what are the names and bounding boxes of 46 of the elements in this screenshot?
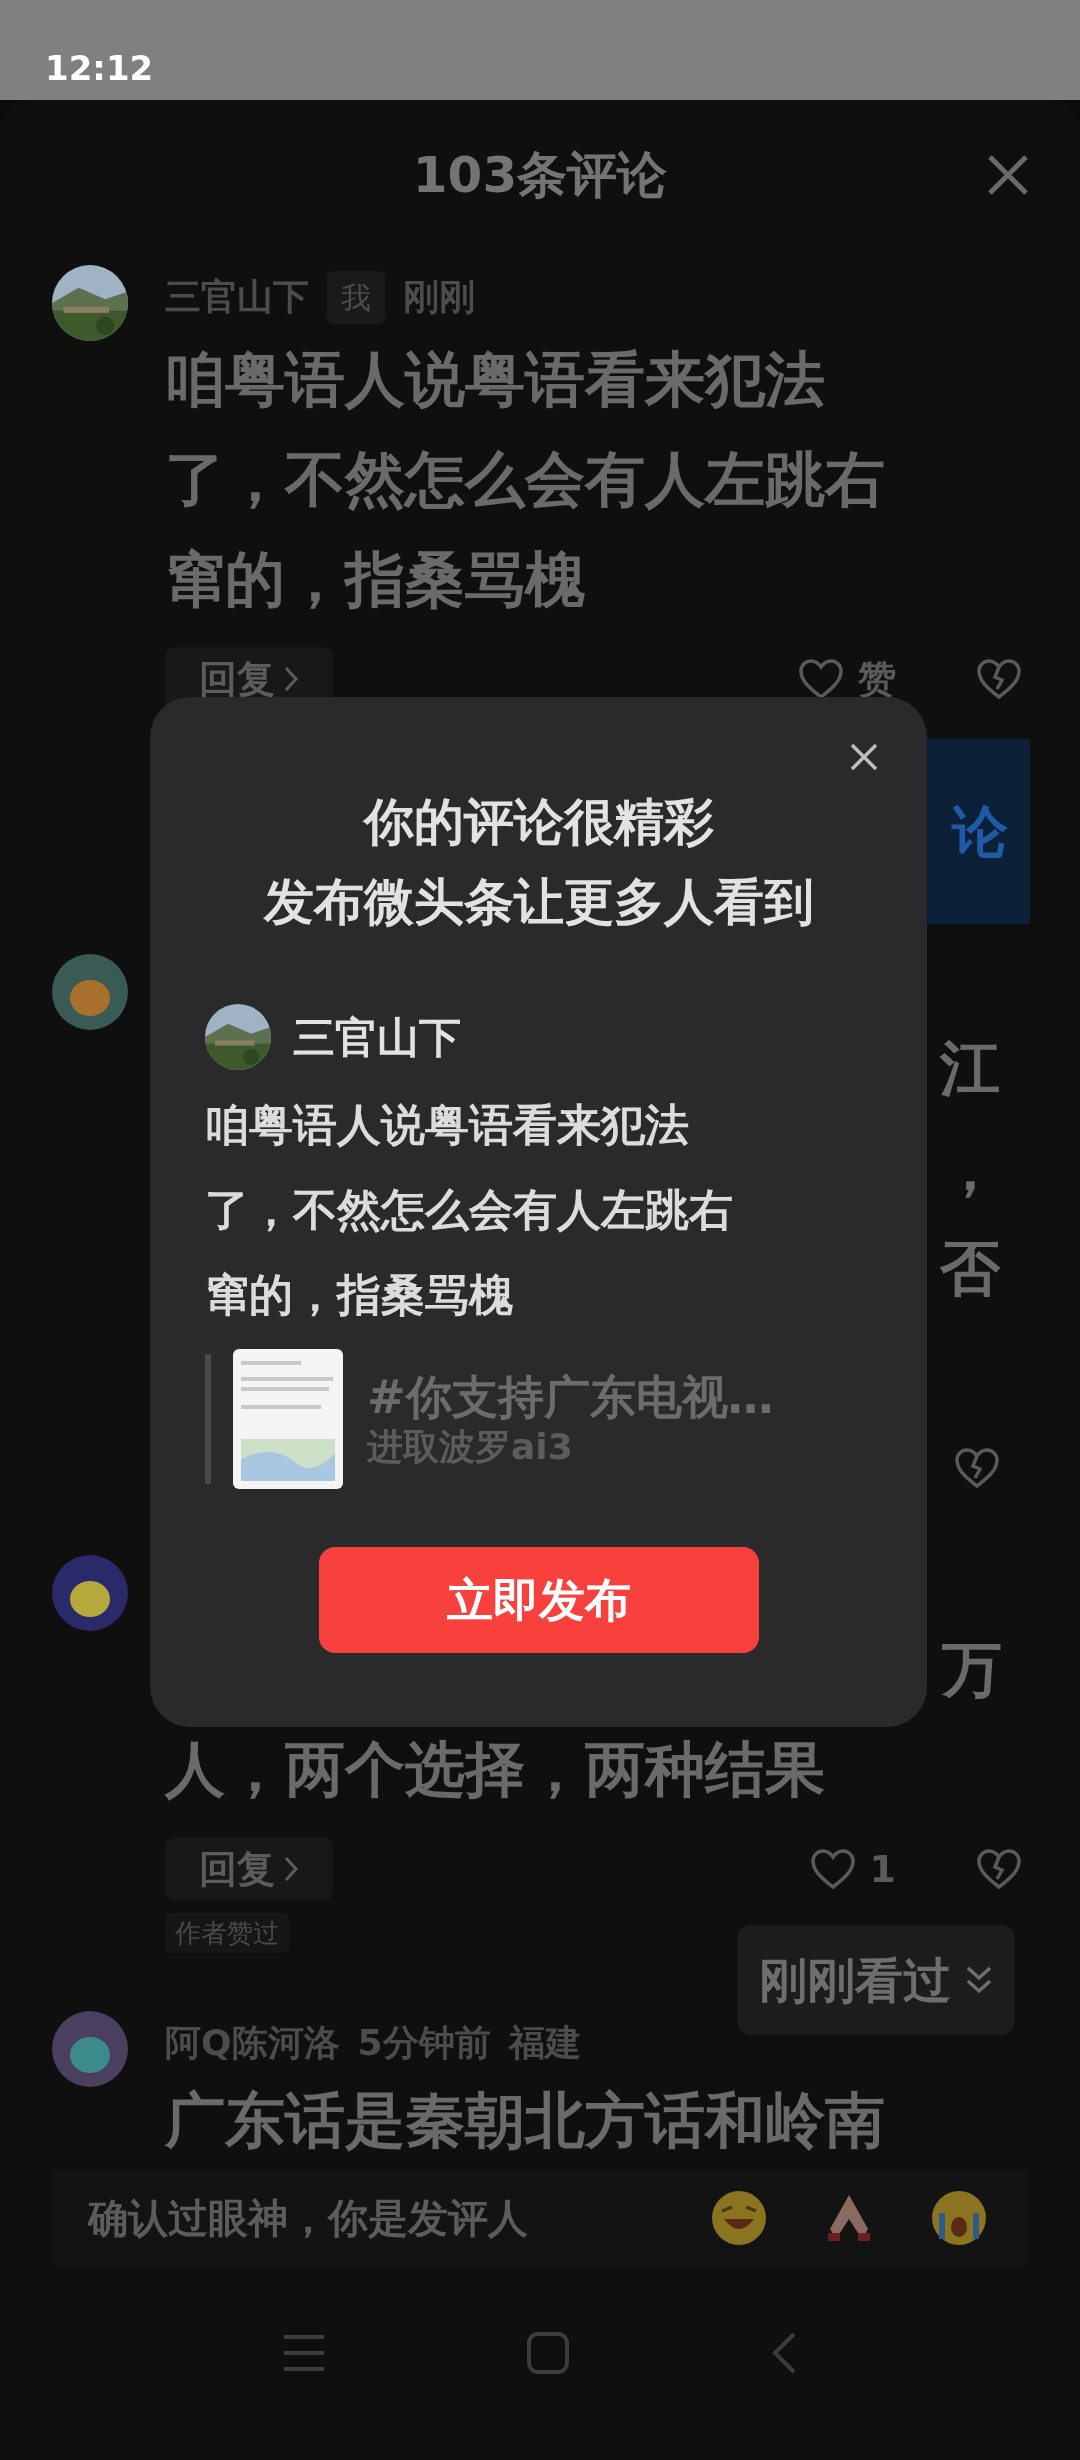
avatar-icon [52,954,128,1030]
comment-text-line: 广东话是秦朝北方话和岭南 [165,2084,886,2157]
comment-time: 刚刚 [403,275,475,319]
comment-text-line: 咱粤语人说粤语看来犯法 [205,1098,690,1152]
crying-face-icon[interactable] [930,2189,988,2247]
broken-heart-icon[interactable] [954,1447,1000,1489]
publish-button[interactable]: 立即发布 [318,1547,759,1653]
comment-text-fragment: 江 [940,1032,1000,1105]
laughing-face-icon[interactable] [710,2189,768,2247]
status-time: 12:12 [45,46,154,90]
heart-icon [809,1848,856,1890]
dialog-title: 发布微头条让更多人看到 [263,872,814,933]
comment-location: 福建 [508,2021,581,2065]
home-icon[interactable] [526,2331,570,2375]
topic-title[interactable]: #你支持广东电视… [367,1369,774,1425]
comment-text-fragment: 万 [942,1633,1002,1706]
comment-time: 5分钟前 [357,2021,491,2065]
comment-text-line: 咱粤语人说粤语看来犯法 [165,343,826,416]
chevron-right-icon [283,1855,299,1883]
comment-text-line: 了，不然怎么会有人左跳右 [205,1183,734,1237]
menu-icon[interactable] [282,2333,326,2373]
sheet-title: 103条评论 [412,144,668,206]
close-icon[interactable] [986,153,1030,197]
comment-text-line: 人，两个选择，两种结果 [165,1733,826,1806]
double-chevron-down-icon [965,1965,993,1995]
recently-viewed-button[interactable]: 刚刚看过 [737,1925,1015,2035]
comment-text-line: 窜的，指桑骂槐 [205,1268,514,1322]
broken-heart-icon[interactable] [976,1848,1022,1890]
comment-text-fragment: 否 [940,1232,1000,1305]
dialog-title: 你的评论很精彩 [363,792,714,853]
user-name: 三官山下 [293,1011,461,1064]
comment-text-line: 了，不然怎么会有人左跳右 [165,443,886,516]
like-button[interactable]: 赞 [798,650,896,708]
back-icon[interactable] [770,2331,798,2375]
comment-text-line: 窜的，指桑骂槐 [165,543,586,616]
heart-icon [798,658,844,700]
close-icon[interactable] [849,742,879,772]
comment-text-fragment: ， [940,1132,1000,1205]
avatar-icon [52,2011,128,2087]
chevron-right-icon [283,665,299,693]
user-name[interactable]: 阿Q陈河洛 [165,2016,340,2070]
user-name[interactable]: 三官山下 [165,270,309,324]
reply-button[interactable]: 回复 [165,1837,333,1901]
avatar-icon [52,1555,128,1631]
like-button[interactable]: 1 [809,1840,896,1898]
broken-heart-icon[interactable] [976,658,1022,700]
